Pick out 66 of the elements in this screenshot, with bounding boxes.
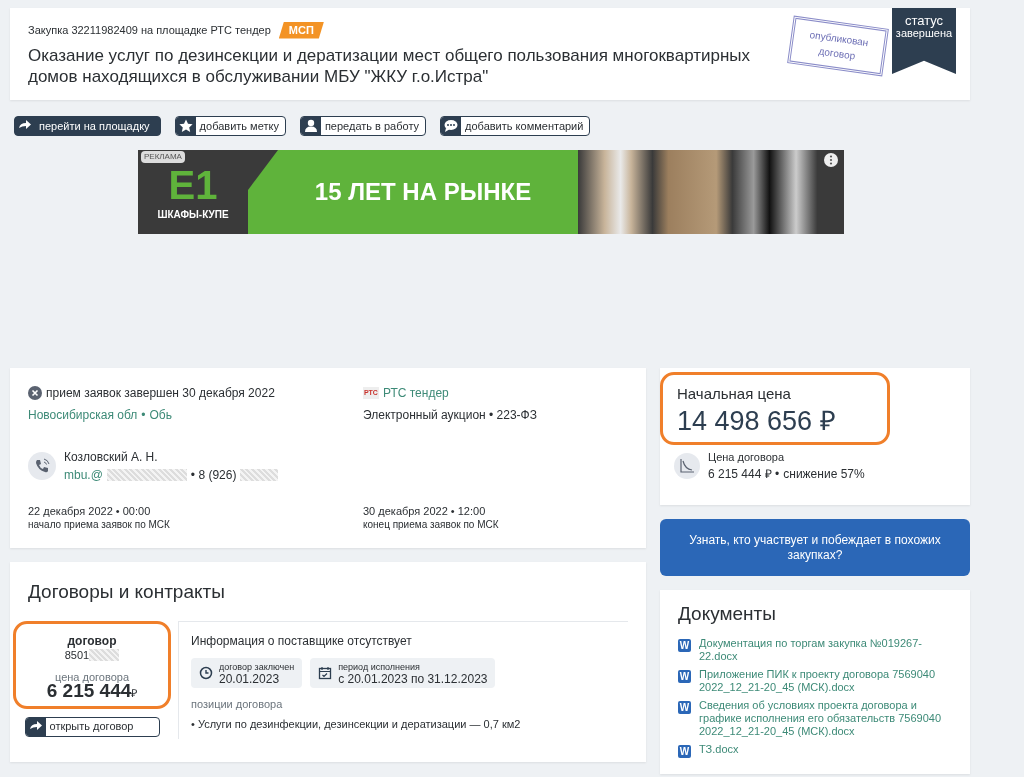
document-link[interactable]: Документация по торгам закупка №019267-22.docx [699,636,952,663]
status-label: статус [903,14,945,27]
purchase-line: Закупка 32211982409 на площадке РТС тендер [28,23,271,38]
star-icon [177,118,194,134]
chip-value: с 20.01.2023 по 31.12.2023 [338,672,488,685]
closed-circle-icon [28,386,42,400]
initial-price: 14 498 656 ₽ [677,405,837,436]
word-file-icon: W [678,638,691,652]
document-link[interactable]: ТЗ.docx [699,742,739,758]
ad-slogan: 15 ЛЕТ НА РЫНКЕ [248,150,578,234]
document-link[interactable]: Приложение ПИК к проекту договора 7569040 2022_12_21-20_45 (МСК).docx [699,667,952,694]
decline-chart-icon [674,452,700,479]
document-link[interactable]: Сведения об условиях проекта договора и графике исполнения его обязательств 7569040 2022_12_21-20_45 (МСК).docx [699,698,952,738]
contract-price-label: Цена договора [708,449,785,465]
section-title: Документы [678,602,777,626]
price-reduction: снижение 57% [783,466,865,483]
chip-label: договор заключен [219,660,295,673]
status-value: завершена [894,27,954,40]
similar-purchases-button[interactable]: Узнать, кто участвует и побеждает в похожих закупках? [660,519,970,576]
clock-icon [199,665,213,680]
positions-label: позиции договора [191,696,284,712]
purchase-title: Оказание услуг по дезинсекции и дератизации мест общего пользования многоквартирных домов находящихся в обслуживании МБУ "ЖКУ г.о.Истра" [28,44,752,87]
action-button[interactable]: перейти на площадку [14,116,161,136]
position-item: • Услуги по дезинфекции, дезинсекции и дератизации — 0,7 км2 [191,717,522,732]
word-file-icon: W [678,744,691,758]
start-date-label: начало приема заявок по МСК [28,518,171,532]
speech-bubble-icon [443,118,460,134]
contact-name: Козловский А. Н. [64,449,159,466]
contract-price: 6 215 444 ₽ • [708,466,780,483]
person-icon [302,118,319,134]
ad-tag: РЕКЛАМА [141,151,185,163]
email-link[interactable]: mbu.@ [64,466,103,484]
action-button[interactable]: добавить метку [174,116,286,136]
chip-value: 20.01.2023 [219,672,281,685]
platform-link[interactable]: РТС тендер [382,384,449,402]
more-options-icon [824,153,838,167]
open-contract-button[interactable]: открыть договор [24,716,160,737]
end-date-label: конец приема заявок по МСК [363,518,500,532]
procedure-type: Электронный аукцион • 223-ФЗ [363,407,538,424]
word-file-icon: W [678,669,691,683]
currency-sign: ₽ [131,686,138,700]
redacted-text [89,648,120,661]
bullet-separator: • [141,408,146,422]
contract-number: 8501 [64,648,90,662]
msp-badge: МСП [278,22,324,39]
supplier-info: Информация о поставщике отсутствует [191,632,413,650]
redacted-text [240,469,279,481]
action-button[interactable]: передать в работу [299,116,427,136]
contract-price: 6 215 444 [46,683,132,698]
status-text: прием заявок завершен 30 декабря 2022 [46,385,275,402]
phone-icon [28,452,56,480]
initial-price-label: Начальная цена [677,384,792,404]
phone-number: • 8 (926) [190,467,237,484]
region-link[interactable]: Новосибирская обл [28,408,138,422]
action-button[interactable]: добавить комментарий [440,116,591,136]
chip-label: период исполнения [338,660,421,673]
start-date: 22 декабря 2022 • 00:00 [28,504,152,518]
calendar-icon [318,665,333,680]
section-title: Договоры и контракты [28,580,226,604]
word-file-icon: W [678,700,691,714]
end-date: 30 декабря 2022 • 12:00 [363,504,487,518]
ad-logo-caption: ШКАФЫ-КУПЕ [157,207,229,222]
price-label: цена договора [53,669,130,684]
contract-label: договор [66,633,118,648]
ad-logo: Е1 [168,162,218,207]
city-link[interactable]: Обь [149,408,172,422]
